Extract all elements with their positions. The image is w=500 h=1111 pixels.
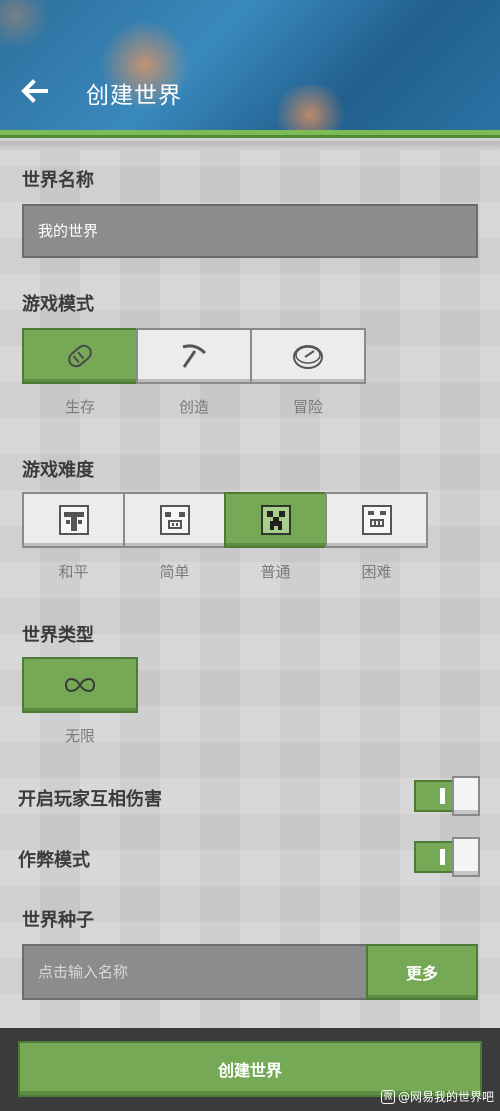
- background-blur: [270, 85, 350, 133]
- toggle-knob: [452, 776, 480, 816]
- difficulty-easy-label: 简单: [159, 563, 190, 581]
- game-mode-creative-button[interactable]: [136, 328, 252, 384]
- pvp-toggle[interactable]: [414, 776, 480, 816]
- weibo-icon: 微: [380, 1089, 395, 1104]
- game-mode-adventure-label: 冒险: [292, 398, 323, 416]
- seed-input[interactable]: 点击输入名称: [22, 944, 368, 1000]
- game-mode-label: 游戏模式: [22, 294, 94, 315]
- world-type-label: 世界类型: [22, 625, 94, 646]
- difficulty-hard-label: 困难: [361, 563, 392, 581]
- difficulty-normal-label: 普通: [260, 563, 291, 581]
- pvp-label: 开启玩家互相伤害: [18, 789, 162, 810]
- toggle-on-indicator: [440, 849, 445, 865]
- peaceful-icon: [58, 505, 89, 535]
- game-mode-survival-label: 生存: [64, 398, 95, 416]
- watermark-text: @网易我的世界吧: [397, 1090, 494, 1104]
- difficulty-label: 游戏难度: [22, 460, 94, 481]
- cheats-label: 作弊模式: [18, 850, 90, 871]
- infinity-icon: [64, 678, 96, 692]
- page-title: 创建世界: [86, 83, 182, 109]
- header-grass-strip: [0, 130, 500, 138]
- world-name-label: 世界名称: [22, 170, 94, 191]
- cheats-toggle[interactable]: [414, 837, 480, 877]
- game-mode-survival-button[interactable]: [22, 328, 138, 384]
- difficulty-easy-button[interactable]: [123, 492, 226, 548]
- difficulty-peaceful-label: 和平: [58, 563, 89, 581]
- world-type-infinite-label: 无限: [64, 727, 95, 745]
- world-type-selector: [22, 657, 138, 713]
- toggle-on-indicator: [440, 788, 445, 804]
- game-mode-adventure-button[interactable]: [250, 328, 366, 384]
- seed-label: 世界种子: [22, 910, 94, 931]
- header-banner: [0, 0, 500, 133]
- bread-icon: [68, 344, 92, 368]
- difficulty-hard-button[interactable]: [325, 492, 428, 548]
- ghast-icon: [361, 505, 392, 535]
- difficulty-peaceful-button[interactable]: [22, 492, 125, 548]
- pickaxe-icon: [182, 344, 207, 368]
- compass-icon: [293, 345, 323, 369]
- difficulty-normal-button[interactable]: [224, 492, 327, 548]
- world-name-input[interactable]: 我的世界: [22, 204, 478, 258]
- more-button[interactable]: 更多: [366, 944, 478, 1000]
- background-blur: [0, 0, 50, 50]
- game-mode-creative-label: 创造: [178, 398, 209, 416]
- toggle-knob: [452, 837, 480, 877]
- world-type-infinite-button[interactable]: [22, 657, 138, 713]
- pig-icon: [159, 505, 190, 535]
- game-mode-selector: [22, 328, 366, 384]
- creeper-icon: [260, 505, 291, 535]
- difficulty-selector: [22, 492, 428, 548]
- content-area: [0, 150, 500, 1030]
- watermark: 微 @网易我的世界吧: [380, 1088, 494, 1105]
- back-arrow-icon[interactable]: [18, 75, 50, 107]
